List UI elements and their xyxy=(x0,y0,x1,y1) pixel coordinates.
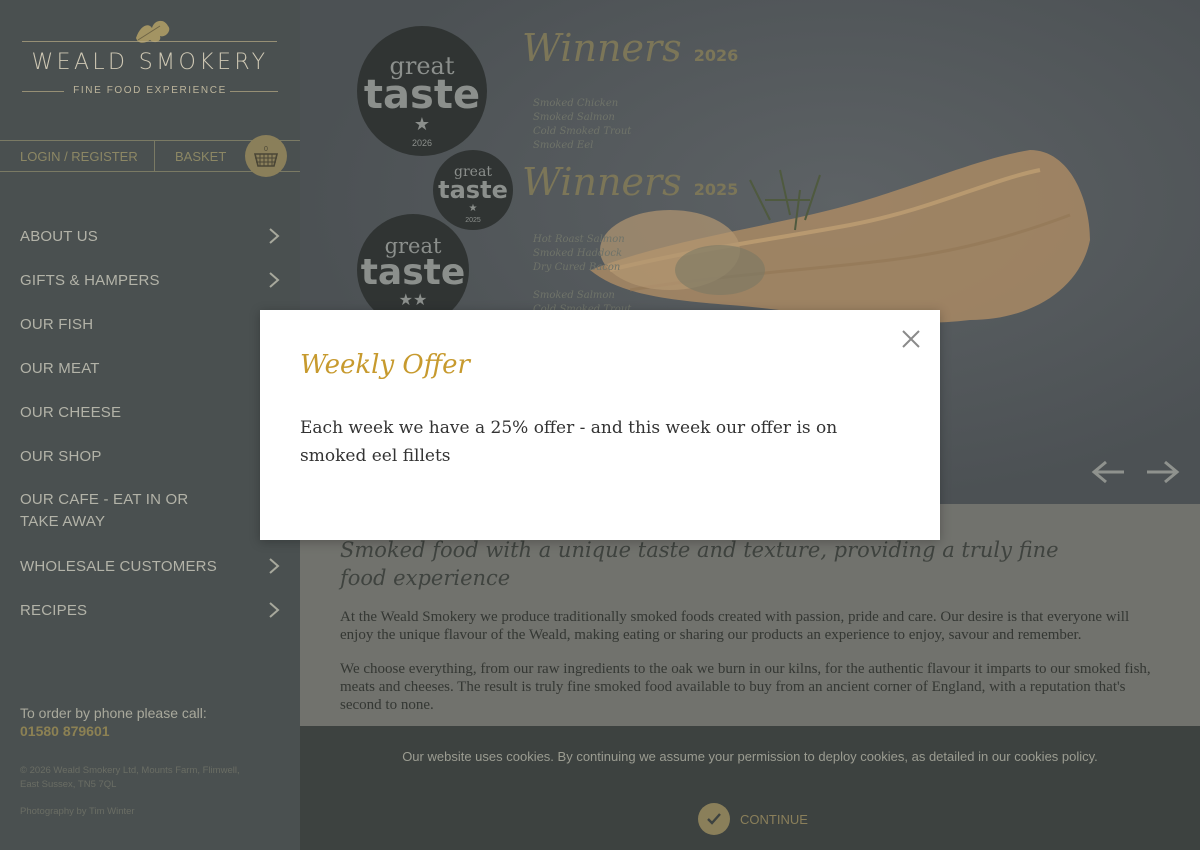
checkmark-icon xyxy=(698,803,730,835)
award-item: Dry Cured Bacon xyxy=(533,262,621,273)
award-item: Smoked Haddock xyxy=(533,248,623,259)
basket-button[interactable]: 0 xyxy=(245,135,287,177)
award-item: Smoked Salmon xyxy=(533,290,615,301)
sidebar: WEALD SMOKERY FINE FOOD EXPERIENCE LOGIN… xyxy=(0,0,300,850)
copyright-text: © 2026 Weald Smokery Ltd, Mounts Farm, F… xyxy=(20,765,240,790)
phone-label: To order by phone please call: xyxy=(20,705,207,721)
award-item: Cold Smoked Trout xyxy=(533,126,632,137)
logo[interactable]: WEALD SMOKERY FINE FOOD EXPERIENCE xyxy=(22,14,278,104)
main-nav: ABOUT US GIFTS & HAMPERS OUR FISH OUR ME… xyxy=(0,214,300,632)
winners-list-2026: Smoked Chicken Smoked Salmon Cold Smoked… xyxy=(533,97,631,153)
winners-year: 2025 xyxy=(693,180,739,199)
logo-rule-right xyxy=(230,91,278,92)
intro-heading: Smoked food with a unique taste and text… xyxy=(340,538,1059,590)
winners-heading-2025: Winners 2025 xyxy=(522,160,738,204)
continue-label: CONTINUE xyxy=(740,811,808,827)
intro-paragraph: We choose everything, from our raw ingre… xyxy=(340,661,1151,713)
star-icon: ★★ xyxy=(398,292,428,309)
badge-year: 2026 xyxy=(411,138,433,148)
nav-item-our-cheese[interactable]: OUR CHEESE xyxy=(0,390,300,434)
slide-next-arrow-icon[interactable] xyxy=(1145,458,1181,486)
great-taste-badge-2026: great taste ★ 2026 xyxy=(357,26,487,156)
badge-year: 2025 xyxy=(465,217,481,224)
award-item: Hot Roast Salmon xyxy=(533,234,625,245)
nav-item-gifts-hampers[interactable]: GIFTS & HAMPERS xyxy=(0,258,300,302)
badge-taste-text: taste xyxy=(360,252,466,293)
slide-prev-arrow-icon[interactable] xyxy=(1090,458,1126,486)
close-icon[interactable] xyxy=(900,328,922,350)
phone-order-text: To order by phone please call: 01580 879… xyxy=(20,704,220,740)
nav-item-about-us[interactable]: ABOUT US xyxy=(0,214,300,258)
star-icon: ★ xyxy=(413,114,431,134)
award-item: Smoked Salmon xyxy=(533,112,615,123)
badge-taste-text: taste xyxy=(363,72,481,118)
chevron-right-icon xyxy=(269,602,280,618)
great-taste-badge-2025: great taste ★ 2025 xyxy=(433,150,513,230)
winners-list-2025: Hot Roast Salmon Smoked Haddock Dry Cure… xyxy=(533,233,631,317)
nav-item-label: GIFTS & HAMPERS xyxy=(20,271,160,289)
login-register-link[interactable]: LOGIN / REGISTER xyxy=(20,149,138,164)
winners-label: Winners xyxy=(522,160,682,204)
nav-item-label: OUR CAFE - EAT IN OR TAKE AWAY xyxy=(20,491,189,530)
nav-item-our-fish[interactable]: OUR FISH xyxy=(0,302,300,346)
modal-body: Each week we have a 25% offer - and this… xyxy=(300,418,838,466)
nav-item-label: WHOLESALE CUSTOMERS xyxy=(20,557,217,575)
basket-icon: 0 xyxy=(253,146,279,167)
nav-item-label: OUR SHOP xyxy=(20,447,102,465)
account-bar: LOGIN / REGISTER BASKET 0 xyxy=(0,135,300,177)
badge-taste-text: taste xyxy=(438,176,508,204)
winners-heading-2026: Winners 2026 xyxy=(522,26,738,70)
nav-item-label: OUR MEAT xyxy=(20,359,100,377)
basket-count: 0 xyxy=(264,146,268,153)
star-icon: ★ xyxy=(468,203,478,214)
phone-number-link[interactable]: 01580 879601 xyxy=(20,723,110,739)
basket-link[interactable]: BASKET xyxy=(175,149,226,164)
winners-year: 2026 xyxy=(693,46,739,65)
photo-credit: Photography by Tim Winter xyxy=(20,806,135,817)
nav-item-our-shop[interactable]: OUR SHOP xyxy=(0,434,300,478)
nav-item-recipes[interactable]: RECIPES xyxy=(0,588,300,632)
nav-item-label: RECIPES xyxy=(20,601,88,619)
cookie-message: Our website uses cookies. By continuing … xyxy=(402,749,1098,764)
brand-name: WEALD SMOKERY xyxy=(31,50,269,75)
intro-paragraph: At the Weald Smokery we produce traditio… xyxy=(340,609,1130,643)
chevron-right-icon xyxy=(269,272,280,288)
chevron-right-icon xyxy=(269,558,280,574)
cookie-continue-button[interactable]: CONTINUE xyxy=(698,803,808,835)
cookie-banner: Our website uses cookies. By continuing … xyxy=(300,726,1200,850)
winners-label: Winners xyxy=(522,26,682,70)
nav-item-label: OUR FISH xyxy=(20,315,94,333)
account-divider xyxy=(154,141,155,172)
modal-title: Weekly Offer xyxy=(300,350,470,380)
award-item: Smoked Eel xyxy=(533,140,594,151)
weekly-offer-modal: Weekly Offer Each week we have a 25% off… xyxy=(260,310,940,540)
nav-item-label: ABOUT US xyxy=(20,227,99,245)
nav-item-label: OUR CHEESE xyxy=(20,403,122,421)
nav-item-our-meat[interactable]: OUR MEAT xyxy=(0,346,300,390)
logo-rule xyxy=(22,41,277,42)
chevron-right-icon xyxy=(269,228,280,244)
nav-item-our-cafe[interactable]: OUR CAFE - EAT IN OR TAKE AWAY xyxy=(0,478,300,544)
award-item: Smoked Chicken xyxy=(533,98,619,109)
nav-item-wholesale-customers[interactable]: WHOLESALE CUSTOMERS xyxy=(0,544,300,588)
